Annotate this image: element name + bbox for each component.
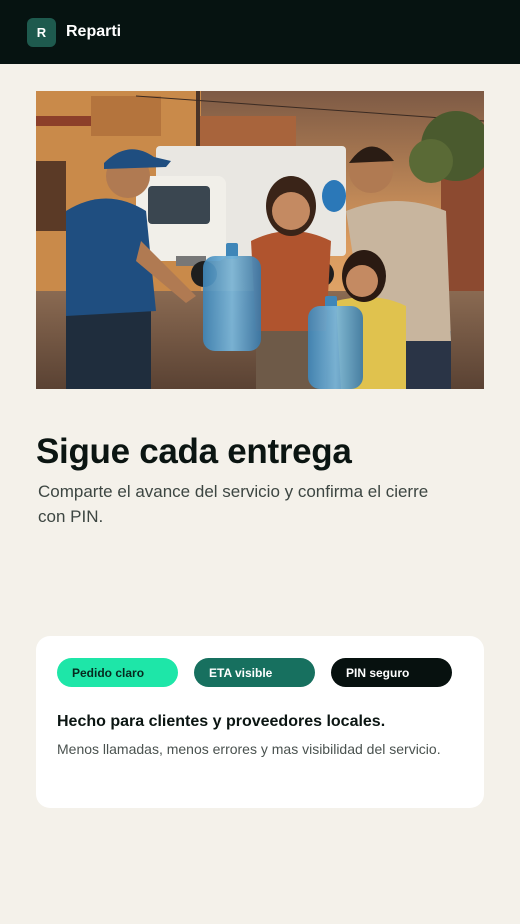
page-title: Sigue cada entrega — [36, 432, 352, 471]
app-logo[interactable]: R — [27, 17, 56, 47]
chip-eta-visible: ETA visible — [194, 658, 315, 687]
top-bar: R Reparti — [0, 0, 520, 64]
hero-image — [36, 91, 484, 389]
chip-pedido-claro: Pedido claro — [57, 658, 178, 687]
card-description: Menos llamadas, menos errores y mas visi… — [57, 741, 441, 757]
app-name: Reparti — [66, 23, 122, 40]
page-subtitle: Comparte el avance del servicio y confir… — [38, 482, 429, 526]
feature-chips: Pedido claro ETA visible PIN seguro — [57, 658, 452, 687]
logo-letter: R — [36, 24, 47, 40]
features-card: Pedido claro ETA visible PIN seguro Hech… — [36, 636, 484, 808]
card-title: Hecho para clientes y proveedores locale… — [57, 713, 386, 730]
chip-pin-seguro: PIN seguro — [331, 658, 452, 687]
